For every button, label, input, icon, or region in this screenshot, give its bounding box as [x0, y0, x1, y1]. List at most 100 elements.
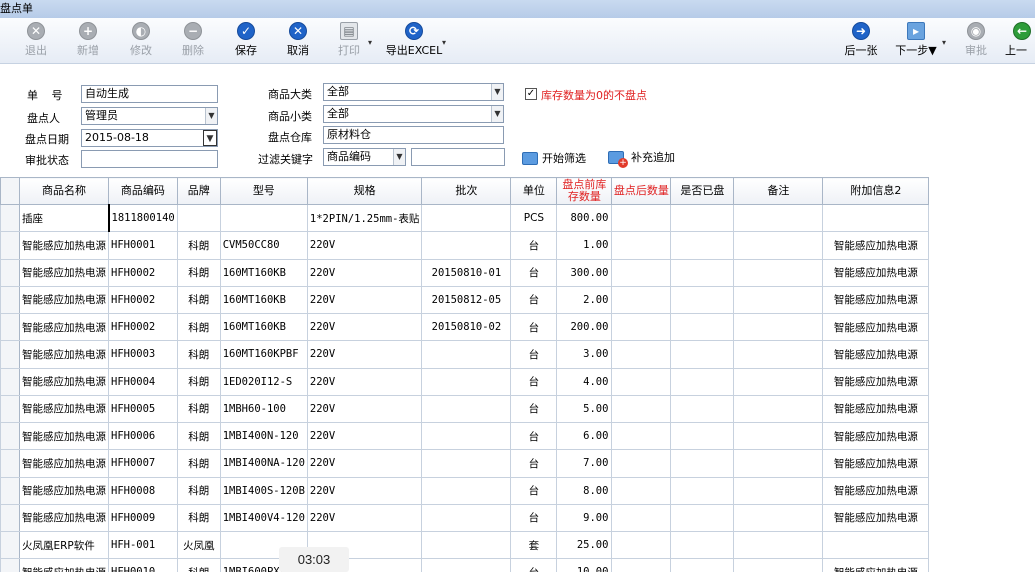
column-header[interactable]: 型号: [219, 177, 308, 205]
table-cell[interactable]: [611, 476, 672, 505]
table-cell[interactable]: [733, 421, 824, 451]
row-indicator[interactable]: [0, 340, 20, 369]
table-cell[interactable]: CVM50CC80: [219, 231, 308, 260]
column-header[interactable]: 批次: [421, 177, 512, 205]
table-cell[interactable]: 智能感应加热电源: [822, 231, 930, 260]
table-cell[interactable]: 1811800140: [108, 203, 178, 233]
table-cell[interactable]: 智能感应加热电源: [19, 367, 109, 396]
column-header[interactable]: 附加信息2: [822, 177, 930, 205]
table-row[interactable]: 火凤凰ERP软件 HFH-001 火凤凰 套 25.00: [0, 530, 930, 560]
table-cell[interactable]: 智能感应加热电源: [19, 394, 109, 424]
table-cell[interactable]: 1MBI400NA-120: [219, 449, 308, 478]
row-indicator[interactable]: [0, 231, 20, 260]
table-cell[interactable]: [421, 503, 512, 533]
table-cell[interactable]: [733, 394, 824, 424]
row-indicator[interactable]: [0, 530, 20, 560]
column-header[interactable]: 盘点后数量: [611, 177, 672, 205]
table-cell[interactable]: [670, 285, 735, 315]
table-cell[interactable]: [670, 449, 735, 478]
table-cell[interactable]: [611, 285, 672, 315]
table-cell[interactable]: 160MT160KB: [219, 258, 308, 287]
table-cell[interactable]: 火凤凰: [176, 530, 221, 560]
table-cell[interactable]: 220V: [306, 340, 423, 369]
table-cell[interactable]: [733, 312, 824, 342]
table-cell[interactable]: 220V: [306, 367, 423, 396]
table-cell[interactable]: [670, 394, 735, 424]
row-indicator[interactable]: [0, 503, 20, 533]
save-button[interactable]: ✓ 保存: [221, 22, 271, 58]
table-cell[interactable]: [611, 558, 672, 572]
table-cell[interactable]: 智能感应加热电源: [822, 340, 930, 369]
table-cell[interactable]: 智能感应加热电源: [822, 367, 930, 396]
table-cell[interactable]: [733, 449, 824, 478]
table-cell[interactable]: 科朗: [176, 231, 221, 260]
table-cell[interactable]: 1MBI400S-120B: [219, 476, 308, 505]
table-cell[interactable]: [670, 530, 735, 560]
table-cell[interactable]: [733, 285, 824, 315]
delete-button[interactable]: − 删除: [168, 22, 218, 58]
table-cell[interactable]: 9.00: [556, 503, 613, 533]
table-cell[interactable]: [219, 203, 308, 233]
table-cell[interactable]: 220V: [306, 258, 423, 287]
table-cell[interactable]: [611, 530, 672, 560]
table-cell[interactable]: 25.00: [556, 530, 613, 560]
table-row[interactable]: 智能感应加热电源 HFH0008 科朗 1MBI400S-120B 220V 台 8.00 智…: [0, 476, 930, 505]
table-cell[interactable]: 智能感应加热电源: [19, 421, 109, 451]
table-row[interactable]: 智能感应加热电源 HFH0002 科朗 160MT160KB 220V 20150810-…: [0, 312, 930, 342]
table-cell[interactable]: [670, 258, 735, 287]
table-cell[interactable]: [611, 367, 672, 396]
table-cell[interactable]: [421, 394, 512, 424]
table-cell[interactable]: 1*2PIN/1.25mm-表贴: [306, 203, 423, 233]
table-cell[interactable]: 20150810-02: [421, 312, 512, 342]
table-cell[interactable]: [611, 421, 672, 451]
category-select[interactable]: 全部 ▼: [323, 83, 504, 101]
row-indicator[interactable]: [0, 312, 20, 342]
prev-record-button[interactable]: ← 上一: [1005, 22, 1035, 58]
next-step-button[interactable]: ▸ 下一步▼ ▾: [888, 22, 946, 58]
table-cell[interactable]: 160MT160KB: [219, 285, 308, 315]
table-cell[interactable]: 智能感应加热电源: [19, 476, 109, 505]
table-cell[interactable]: 6.00: [556, 421, 613, 451]
table-cell[interactable]: [733, 503, 824, 533]
table-cell[interactable]: 智能感应加热电源: [822, 285, 930, 315]
doc-no-field[interactable]: 自动生成: [81, 85, 218, 103]
row-indicator[interactable]: [0, 394, 20, 424]
table-cell[interactable]: 科朗: [176, 558, 221, 572]
table-cell[interactable]: 1MBH60-100: [219, 394, 308, 424]
table-cell[interactable]: 智能感应加热电源: [822, 503, 930, 533]
table-cell[interactable]: [611, 394, 672, 424]
warehouse-field[interactable]: 原材料仓: [323, 126, 504, 144]
table-cell[interactable]: 220V: [306, 231, 423, 260]
filter-field-select[interactable]: 商品编码 ▼: [323, 148, 406, 166]
table-cell[interactable]: 台: [510, 421, 558, 451]
table-row[interactable]: 智能感应加热电源 HFH0009 科朗 1MBI400V4-120 220V 台 9.00 智…: [0, 503, 930, 533]
table-cell[interactable]: 科朗: [176, 285, 221, 315]
row-indicator[interactable]: [0, 258, 20, 287]
table-cell[interactable]: 台: [510, 340, 558, 369]
table-cell[interactable]: 160MT160KPBF: [219, 340, 308, 369]
table-cell[interactable]: [822, 530, 930, 560]
column-header[interactable]: 品牌: [176, 177, 221, 205]
table-row[interactable]: 智能感应加热电源HFH0010科朗1MBI600PX-140220V台10.00…: [0, 558, 930, 572]
row-indicator[interactable]: [0, 367, 20, 396]
table-cell[interactable]: [421, 231, 512, 260]
table-cell[interactable]: [733, 231, 824, 260]
table-cell[interactable]: [421, 203, 512, 233]
table-cell[interactable]: [670, 476, 735, 505]
column-header[interactable]: 是否已盘: [670, 177, 735, 205]
table-row[interactable]: 智能感应加热电源 HFH0002 科朗 160MT160KB 220V 20150812-…: [0, 285, 930, 315]
date-picker[interactable]: 2015-08-18 ▼: [81, 129, 218, 147]
table-cell[interactable]: 台: [510, 476, 558, 505]
table-row[interactable]: 智能感应加热电源 HFH0002 科朗 160MT160KB 220V 20150810-…: [0, 258, 930, 287]
table-cell[interactable]: [670, 231, 735, 260]
edit-button[interactable]: ◐ 修改: [116, 22, 166, 58]
table-cell[interactable]: 3.00: [556, 340, 613, 369]
table-cell[interactable]: [421, 421, 512, 451]
subcategory-select[interactable]: 全部 ▼: [323, 105, 504, 123]
table-cell[interactable]: 台: [510, 394, 558, 424]
row-indicator[interactable]: [0, 558, 20, 572]
table-cell[interactable]: 160MT160KB: [219, 312, 308, 342]
table-cell[interactable]: 220V: [306, 394, 423, 424]
table-cell[interactable]: 台: [510, 449, 558, 478]
table-cell[interactable]: 220V: [306, 449, 423, 478]
